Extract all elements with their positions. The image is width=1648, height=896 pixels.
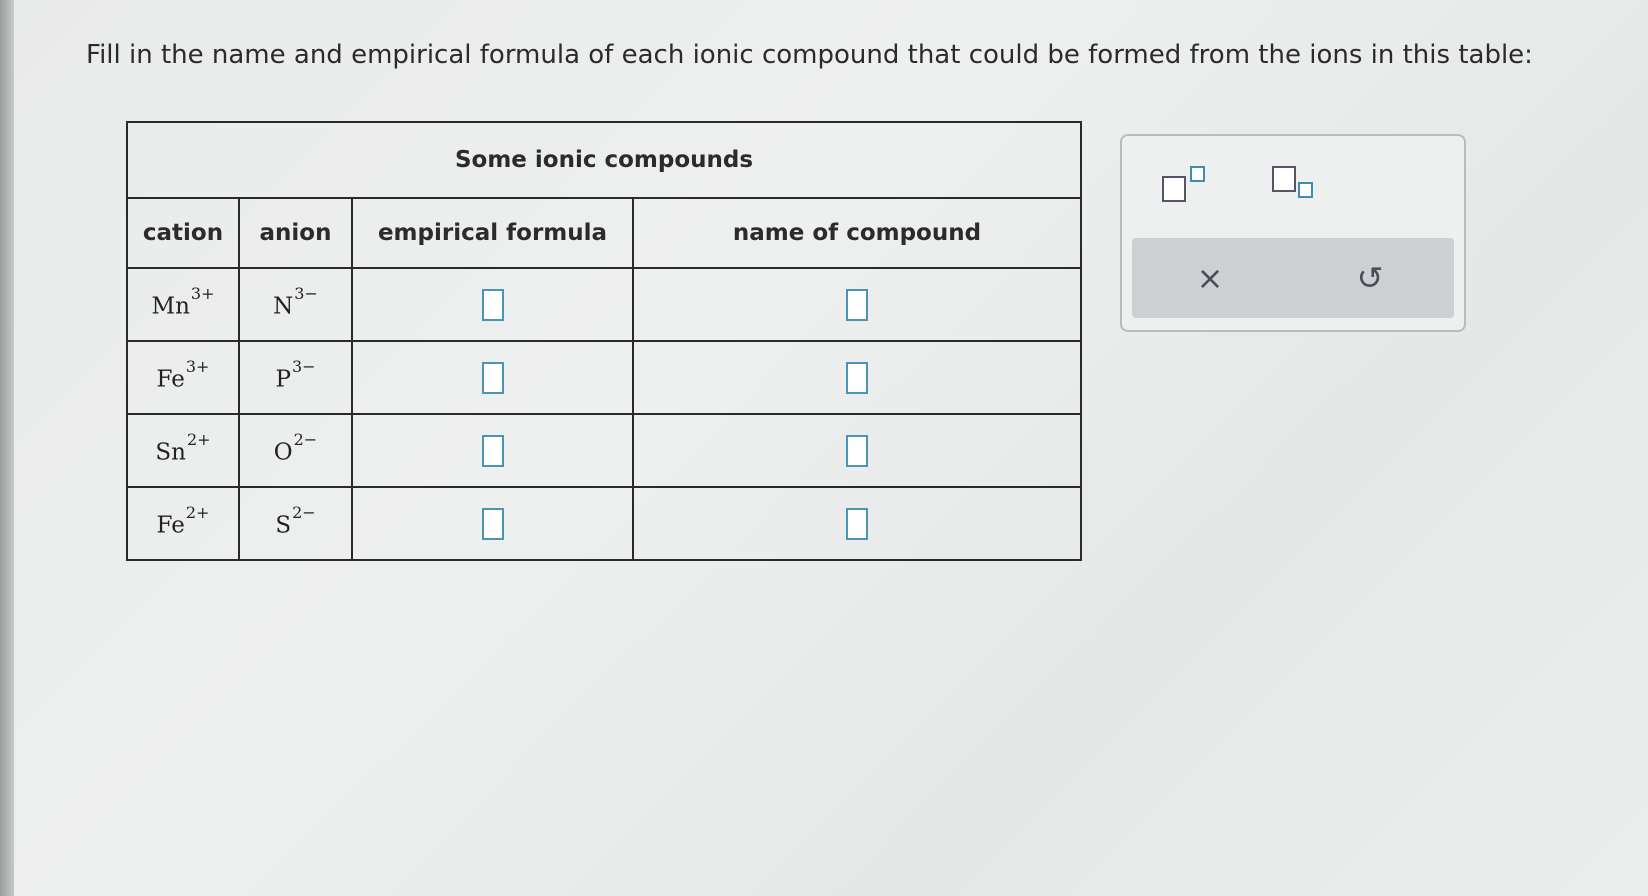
- anion-cell: S2−: [238, 486, 353, 561]
- cation-cell: Sn2+: [126, 413, 240, 488]
- clear-button[interactable]: ×: [1188, 258, 1232, 298]
- empirical-formula-input[interactable]: [481, 361, 504, 394]
- math-toolbar: × ↺: [1120, 134, 1466, 332]
- cation-ion: Fe3+: [156, 357, 210, 393]
- cation-cell: Fe3+: [126, 340, 240, 415]
- anion-ion: N3−: [273, 284, 318, 320]
- anion-ion: P3−: [275, 357, 315, 393]
- table-row: Fe2+ S2−: [126, 486, 1082, 561]
- anion-symbol: S: [275, 512, 292, 539]
- question-prompt: Fill in the name and empirical formula o…: [86, 40, 1533, 70]
- cation-symbol: Fe: [156, 512, 185, 539]
- ionic-compounds-table: Some ionic compounds cation anion empiri…: [126, 121, 1082, 561]
- cation-ion: Mn3+: [151, 284, 215, 320]
- empirical-formula-input[interactable]: [481, 507, 504, 540]
- cation-ion: Sn2+: [155, 430, 210, 466]
- formula-cell: [351, 267, 634, 342]
- close-icon: ×: [1196, 259, 1224, 297]
- table-row: Mn3+ N3−: [126, 267, 1082, 342]
- cation-charge: 3+: [185, 356, 210, 376]
- formula-cell: [351, 413, 634, 488]
- compound-name-input[interactable]: [846, 507, 868, 540]
- anion-charge: 2−: [293, 429, 318, 449]
- anion-ion: S2−: [275, 503, 315, 539]
- anion-charge: 2−: [292, 502, 316, 522]
- anion-cell: N3−: [238, 267, 353, 342]
- empirical-formula-input[interactable]: [481, 288, 504, 321]
- cation-symbol: Mn: [151, 293, 190, 320]
- anion-symbol: N: [273, 293, 294, 320]
- cation-cell: Mn3+: [126, 267, 240, 342]
- name-cell: [632, 413, 1082, 488]
- anion-cell: P3−: [238, 340, 353, 415]
- anion-symbol: P: [275, 366, 291, 393]
- name-cell: [632, 267, 1082, 342]
- cation-symbol: Sn: [155, 439, 186, 466]
- undo-button[interactable]: ↺: [1348, 258, 1392, 298]
- compound-name-input[interactable]: [846, 361, 868, 394]
- header-cation: cation: [126, 197, 240, 269]
- anion-charge: 3−: [291, 356, 316, 376]
- header-name-of-compound: name of compound: [632, 197, 1082, 269]
- superscript-button[interactable]: [1158, 162, 1208, 202]
- table-row: Sn2+ O2−: [126, 413, 1082, 488]
- anion-symbol: O: [273, 439, 293, 466]
- anion-charge: 3−: [294, 283, 318, 303]
- header-empirical-formula: empirical formula: [351, 197, 634, 269]
- anion-ion: O2−: [273, 430, 317, 466]
- compound-name-input[interactable]: [846, 434, 868, 467]
- cation-cell: Fe2+: [126, 486, 240, 561]
- empirical-formula-input[interactable]: [481, 434, 504, 467]
- table-caption: Some ionic compounds: [126, 121, 1082, 199]
- table-row: Fe3+ P3−: [126, 340, 1082, 415]
- formula-cell: [351, 486, 634, 561]
- cation-charge: 3+: [190, 283, 215, 303]
- cation-charge: 2+: [186, 429, 211, 449]
- undo-icon: ↺: [1356, 259, 1384, 297]
- subscript-button[interactable]: [1268, 162, 1318, 202]
- cation-symbol: Fe: [156, 366, 185, 393]
- name-cell: [632, 486, 1082, 561]
- name-cell: [632, 340, 1082, 415]
- action-bar: × ↺: [1132, 238, 1454, 318]
- anion-cell: O2−: [238, 413, 353, 488]
- screen-edge: [0, 0, 14, 896]
- cation-ion: Fe2+: [156, 503, 210, 539]
- formula-cell: [351, 340, 634, 415]
- cation-charge: 2+: [185, 502, 210, 522]
- header-anion: anion: [238, 197, 353, 269]
- compound-name-input[interactable]: [846, 288, 868, 321]
